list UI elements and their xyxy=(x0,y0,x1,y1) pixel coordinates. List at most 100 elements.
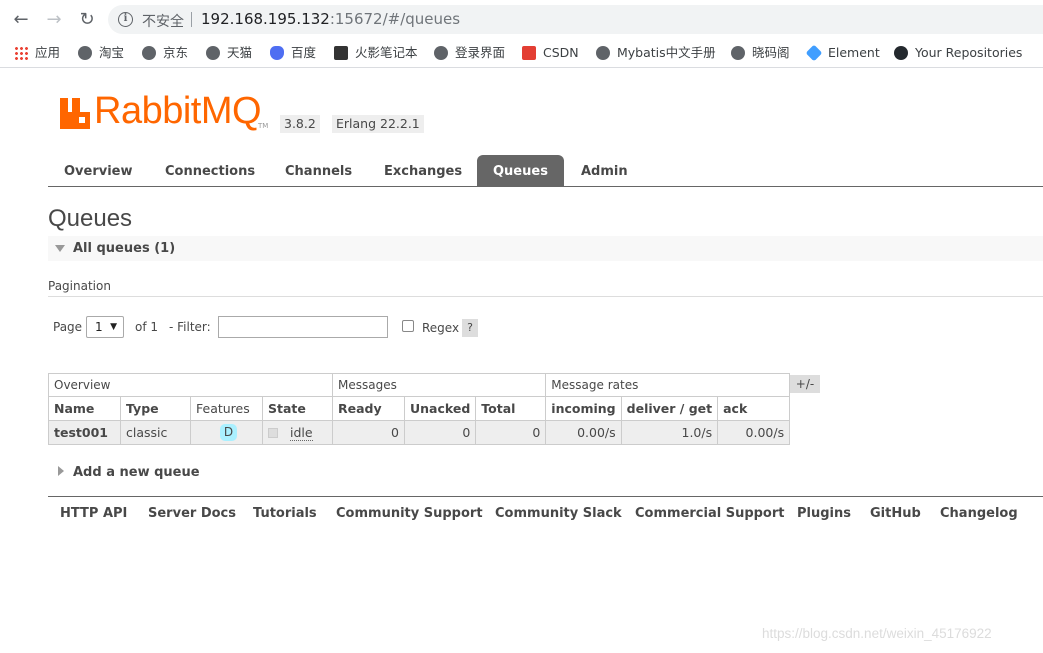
url-host: 192.168.195.132 xyxy=(201,10,330,28)
queue-ready: 0 xyxy=(332,420,405,445)
reload-icon[interactable]: ↻ xyxy=(76,9,98,31)
pagination-divider xyxy=(48,296,1043,297)
columns-toggle-button[interactable]: +/- xyxy=(790,375,820,393)
bookmark-element[interactable]: Element xyxy=(805,44,880,62)
footer-link-github[interactable]: GitHub xyxy=(870,506,921,521)
queue-state: idle xyxy=(262,420,333,445)
page-count: of 1 xyxy=(135,320,159,334)
bookmark-label: Element xyxy=(828,45,880,60)
section-title: All queues (1) xyxy=(73,241,176,256)
footer-link-community-slack[interactable]: Community Slack xyxy=(495,506,622,521)
site-icon xyxy=(334,46,348,60)
bookmark-tmall[interactable]: 天猫 xyxy=(206,45,252,61)
bookmark-naruto[interactable]: 火影笔记本 xyxy=(334,45,418,61)
queues-table: Overview Messages Message rates Name Typ… xyxy=(48,373,791,445)
state-indicator-icon xyxy=(268,428,278,438)
queue-name-link[interactable]: test001 xyxy=(48,420,121,445)
url-text[interactable]: 192.168.195.132:15672/#/queues xyxy=(201,10,460,28)
queue-type: classic xyxy=(120,420,191,445)
main-nav: Overview Connections Channels Exchanges … xyxy=(48,155,1043,187)
bookmark-label: 天猫 xyxy=(227,45,253,60)
bookmark-label: 应用 xyxy=(35,45,61,60)
add-queue-title: Add a new queue xyxy=(73,465,200,480)
queue-features: D xyxy=(190,420,263,445)
col-ack[interactable]: ack xyxy=(717,396,791,421)
queue-unacked: 0 xyxy=(403,420,477,445)
footer-link-tutorials[interactable]: Tutorials xyxy=(253,506,317,521)
state-label: idle xyxy=(290,425,313,441)
footer-link-community-support[interactable]: Community Support xyxy=(336,506,483,521)
bookmark-apps[interactable]: 应用 xyxy=(14,45,60,61)
watermark: https://blog.csdn.net/weixin_45176922 xyxy=(762,626,992,641)
bookmark-xiaomage[interactable]: 晓码阁 xyxy=(731,45,790,61)
page-title: Queues xyxy=(48,205,133,232)
page-select-value: 1 xyxy=(95,320,103,334)
logo-text: RabbitMQ xyxy=(94,90,262,132)
bookmark-csdn[interactable]: CSDN xyxy=(522,45,579,61)
tab-queues[interactable]: Queues xyxy=(477,155,564,186)
bookmark-label: 京东 xyxy=(163,45,189,60)
security-status[interactable]: 不安全 xyxy=(142,11,184,31)
pagination-label: Pagination xyxy=(48,279,111,293)
col-unacked[interactable]: Unacked xyxy=(403,396,477,421)
col-ready[interactable]: Ready xyxy=(332,396,405,421)
bookmark-label: 百度 xyxy=(291,45,317,60)
col-name[interactable]: Name xyxy=(48,396,121,421)
logo-trademark: TM xyxy=(258,122,269,130)
bookmark-mybatis[interactable]: Mybatis中文手册 xyxy=(596,45,716,61)
col-total[interactable]: Total xyxy=(475,396,547,421)
apps-grid-icon xyxy=(14,46,28,60)
bookmark-baidu[interactable]: 百度 xyxy=(270,45,316,61)
bookmark-jd[interactable]: 京东 xyxy=(142,45,188,61)
url-path: :15672/#/queues xyxy=(329,10,461,28)
baidu-paw-icon xyxy=(270,46,284,60)
footer-link-commercial-support[interactable]: Commercial Support xyxy=(635,506,785,521)
queue-total: 0 xyxy=(475,420,547,445)
footer-link-changelog[interactable]: Changelog xyxy=(940,506,1018,521)
col-type[interactable]: Type xyxy=(120,396,191,421)
filter-input[interactable] xyxy=(218,316,388,338)
version-badge: 3.8.2 xyxy=(280,115,320,133)
queue-ack: 0.00/s xyxy=(717,420,791,445)
page-label: Page xyxy=(53,320,83,334)
bookmark-taobao[interactable]: 淘宝 xyxy=(78,45,124,61)
tab-admin[interactable]: Admin xyxy=(565,155,644,186)
regex-help-button[interactable]: ? xyxy=(462,319,478,337)
tab-channels[interactable]: Channels xyxy=(269,155,368,186)
globe-icon xyxy=(142,46,156,60)
tab-overview[interactable]: Overview xyxy=(48,155,149,186)
bookmark-label: 登录界面 xyxy=(455,45,506,60)
collapse-arrow-icon xyxy=(55,245,65,252)
arrow-right-icon[interactable]: → xyxy=(43,9,65,31)
all-queues-header[interactable]: All queues (1) xyxy=(48,236,1043,261)
col-deliver-get[interactable]: deliver / get xyxy=(620,396,719,421)
chevron-down-icon: ▼ xyxy=(110,322,117,332)
queue-incoming: 0.00/s xyxy=(545,420,622,445)
footer-link-http-api[interactable]: HTTP API xyxy=(60,506,127,521)
bookmark-login[interactable]: 登录界面 xyxy=(434,45,505,61)
col-state[interactable]: State xyxy=(262,396,333,421)
tab-exchanges[interactable]: Exchanges xyxy=(368,155,478,186)
globe-icon xyxy=(78,46,92,60)
footer-link-server-docs[interactable]: Server Docs xyxy=(148,506,236,521)
footer-divider xyxy=(48,496,1043,497)
bookmark-label: Your Repositories xyxy=(915,45,1023,60)
bookmark-github[interactable]: Your Repositories xyxy=(894,45,1022,61)
col-incoming[interactable]: incoming xyxy=(545,396,622,421)
arrow-left-icon[interactable]: ← xyxy=(10,9,32,31)
footer-link-plugins[interactable]: Plugins xyxy=(797,506,851,521)
regex-label: Regex xyxy=(422,321,460,335)
url-separator xyxy=(191,12,192,27)
globe-icon xyxy=(596,46,610,60)
element-icon xyxy=(805,44,823,62)
address-bar[interactable]: i 不安全 192.168.195.132:15672/#/queues xyxy=(108,5,1043,34)
table-row[interactable]: test001 classic D idle 0 0 0 0.00/s 1.0/… xyxy=(48,420,791,445)
regex-checkbox[interactable] xyxy=(402,320,414,332)
page-select[interactable]: 1 ▼ xyxy=(86,316,124,338)
tab-connections[interactable]: Connections xyxy=(149,155,271,186)
bookmark-label: 火影笔记本 xyxy=(355,45,418,60)
info-icon[interactable]: i xyxy=(118,12,133,27)
erlang-badge: Erlang 22.2.1 xyxy=(332,115,424,133)
bookmark-label: CSDN xyxy=(543,45,579,60)
globe-icon xyxy=(434,46,448,60)
